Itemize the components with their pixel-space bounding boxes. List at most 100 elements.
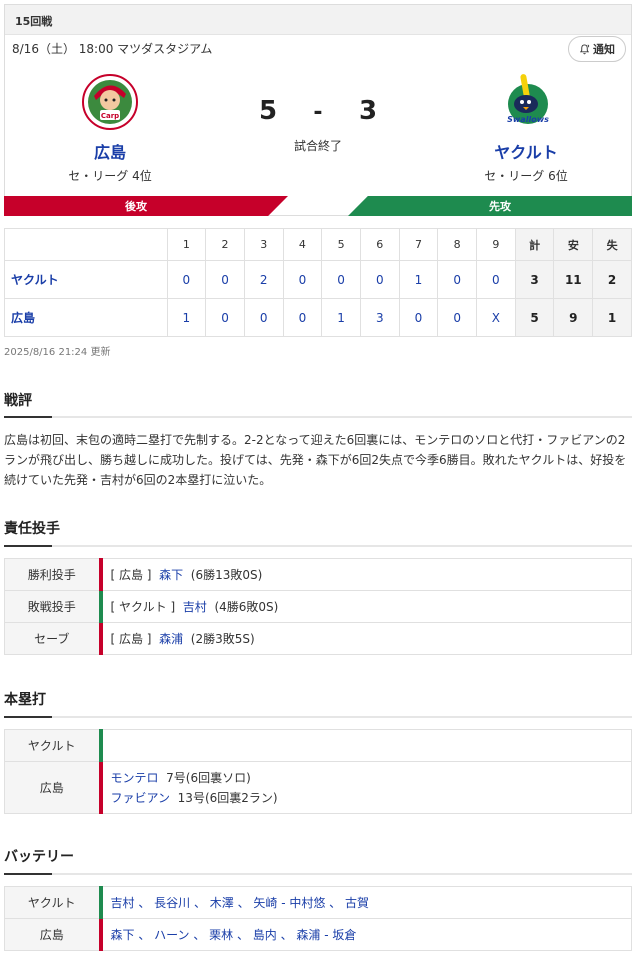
inning-cell[interactable]: 1	[321, 298, 361, 337]
inning-cell[interactable]: 0	[205, 260, 245, 299]
inning-cell[interactable]: 0	[437, 260, 478, 299]
scoreboard: 5 - 3	[0, 96, 636, 126]
inning-header: 7	[398, 228, 439, 261]
errors-cell: 1	[592, 298, 632, 337]
homerun-entry: ファビアン 13号(6回裏2ラン)	[111, 788, 632, 808]
errors-header: 失	[592, 228, 632, 261]
table-row: ヤクルト 0 0 2 0 0 0 1 0 0 3 11 2	[4, 260, 632, 299]
bell-icon	[579, 43, 590, 54]
hits-header: 安	[553, 228, 594, 261]
game-status: 試合終了	[293, 139, 342, 153]
away-team[interactable]: Swallows ヤクルト セ・リーグ 6位	[446, 70, 606, 184]
inning-header: 6	[359, 228, 400, 261]
loss-pitcher-link[interactable]: 吉村	[183, 600, 207, 614]
inning-cell[interactable]: 0	[282, 260, 323, 299]
away-side-bar: 先攻	[348, 196, 632, 216]
inning-cell[interactable]: 0	[476, 260, 516, 299]
win-pitcher-label: 勝利投手	[4, 558, 101, 591]
inning-header: 4	[282, 228, 323, 261]
win-pitcher-link[interactable]: 森下	[159, 568, 183, 582]
pitchers-title: 責任投手	[4, 521, 60, 537]
table-row: ヤクルト	[4, 729, 632, 762]
table-row: 広島 1 0 0 0 1 3 0 0 X 5 9 1	[4, 298, 632, 337]
pitcher-record: (4勝6敗0S)	[214, 600, 279, 614]
homerun-player-link[interactable]: モンテロ	[111, 771, 159, 785]
inning-cell[interactable]: 0	[359, 260, 400, 299]
homeruns-away-label: ヤクルト	[4, 729, 101, 762]
homeruns-divider	[4, 716, 632, 718]
home-side-label: 後攻	[125, 200, 147, 213]
battery-home-players[interactable]: 森下 、 ハーン 、 栗林 、 島内 、 森浦 ‐ 坂倉	[98, 918, 632, 951]
table-row: 勝利投手 [ 広島 ] 森下 (6勝13敗0S)	[4, 558, 632, 591]
save-pitcher-link[interactable]: 森浦	[159, 632, 183, 646]
battery-away-players[interactable]: 吉村 、 長谷川 、 木澤 、 矢崎 ‐ 中村悠 、 古賀	[98, 886, 632, 919]
pitchers-table: 勝利投手 [ 広島 ] 森下 (6勝13敗0S) 敗戦投手 [ ヤクルト ] 吉…	[4, 558, 632, 655]
score-dash: -	[313, 100, 323, 125]
team-header	[4, 228, 168, 261]
inning-cell[interactable]: 0	[166, 260, 207, 299]
inning-header: 8	[437, 228, 478, 261]
inning-cell[interactable]: 0	[243, 298, 284, 337]
homeruns-home-label: 広島	[4, 761, 101, 814]
table-row: 敗戦投手 [ ヤクルト ] 吉村 (4勝6敗0S)	[4, 590, 632, 623]
inning-cell[interactable]: 0	[398, 298, 439, 337]
home-team-rank: セ・リーグ 4位	[68, 169, 152, 183]
table-row: ヤクルト 吉村 、 長谷川 、 木澤 、 矢崎 ‐ 中村悠 、 古賀	[4, 886, 632, 919]
notify-label: 通知	[593, 43, 615, 56]
runs-cell: 3	[514, 260, 555, 299]
team-link-hiroshima[interactable]: 広島	[4, 298, 168, 337]
inning-cell[interactable]: 0	[205, 298, 245, 337]
homerun-detail: 13号(6回裏2ラン)	[177, 790, 278, 805]
loss-pitcher-cell: [ ヤクルト ] 吉村 (4勝6敗0S)	[98, 590, 632, 623]
homerun-player-link[interactable]: ファビアン	[111, 791, 171, 805]
battery-table: ヤクルト 吉村 、 長谷川 、 木澤 、 矢崎 ‐ 中村悠 、 古賀 広島 森下…	[4, 886, 632, 951]
table-row: 広島 モンテロ 7号(6回裏ソロ) ファビアン 13号(6回裏2ラン)	[4, 761, 632, 814]
away-team-rank: セ・リーグ 6位	[484, 169, 568, 183]
pitcher-record: (2勝3敗5S)	[190, 632, 255, 646]
win-pitcher-cell: [ 広島 ] 森下 (6勝13敗0S)	[98, 558, 632, 591]
runs-cell: 5	[514, 298, 555, 337]
loss-pitcher-label: 敗戦投手	[4, 590, 101, 623]
homerun-detail: 7号(6回裏ソロ)	[166, 770, 251, 785]
pitcher-team: [ 広島 ]	[110, 632, 152, 646]
inning-cell[interactable]: 0	[437, 298, 478, 337]
inning-cell[interactable]: 1	[398, 260, 439, 299]
inning-header: 9	[476, 228, 516, 261]
away-score: 3	[358, 96, 378, 126]
homerun-entry: モンテロ 7号(6回裏ソロ)	[111, 768, 632, 788]
linescore-header-row: 1 2 3 4 5 6 7 8 9 計 安 失	[4, 228, 632, 261]
pitchers-divider	[4, 545, 632, 547]
inning-cell[interactable]: 1	[166, 298, 207, 337]
team-link-yakult[interactable]: ヤクルト	[4, 260, 168, 299]
battery-home-label: 広島	[4, 918, 101, 951]
save-pitcher-label: セーブ	[4, 622, 101, 655]
linescore-table: 1 2 3 4 5 6 7 8 9 計 安 失 ヤクルト 0 0 2 0 0 0…	[4, 228, 632, 337]
inning-cell[interactable]: 0	[282, 298, 323, 337]
home-side-bar: 後攻	[4, 196, 288, 216]
battery-away-label: ヤクルト	[4, 886, 101, 919]
inning-cell[interactable]: 2	[243, 260, 284, 299]
battery-divider	[4, 873, 632, 875]
pitcher-team: [ 広島 ]	[110, 568, 152, 582]
updated-timestamp: 2025/8/16 21:24 更新	[4, 347, 111, 358]
inning-cell[interactable]: 0	[321, 260, 361, 299]
save-pitcher-cell: [ 広島 ] 森浦 (2勝3敗5S)	[98, 622, 632, 655]
homeruns-home-cell: モンテロ 7号(6回裏ソロ) ファビアン 13号(6回裏2ラン)	[98, 761, 632, 814]
notify-button[interactable]: 通知	[568, 36, 626, 62]
review-divider	[4, 416, 632, 418]
review-text: 広島は初回、末包の適時二塁打で先制する。2-2となって迎えた6回裏には、モンテロ…	[4, 433, 627, 487]
inning-header: 3	[243, 228, 284, 261]
home-team[interactable]: Carp 広島 セ・リーグ 4位	[30, 70, 190, 184]
inning-cell[interactable]: 3	[359, 298, 400, 337]
errors-cell: 2	[592, 260, 632, 299]
homeruns-table: ヤクルト 広島 モンテロ 7号(6回裏ソロ) ファビアン 13号(6回裏2ラン)	[4, 729, 632, 814]
hits-cell: 11	[553, 260, 594, 299]
homeruns-title: 本塁打	[4, 692, 46, 708]
pitcher-record: (6勝13敗0S)	[190, 568, 263, 582]
table-row: セーブ [ 広島 ] 森浦 (2勝3敗5S)	[4, 622, 632, 655]
review-title: 戦評	[4, 393, 32, 409]
inning-header: 5	[321, 228, 361, 261]
away-side-label: 先攻	[489, 200, 511, 213]
pitcher-team: [ ヤクルト ]	[110, 600, 176, 614]
round-header: 15回戦	[5, 5, 631, 35]
